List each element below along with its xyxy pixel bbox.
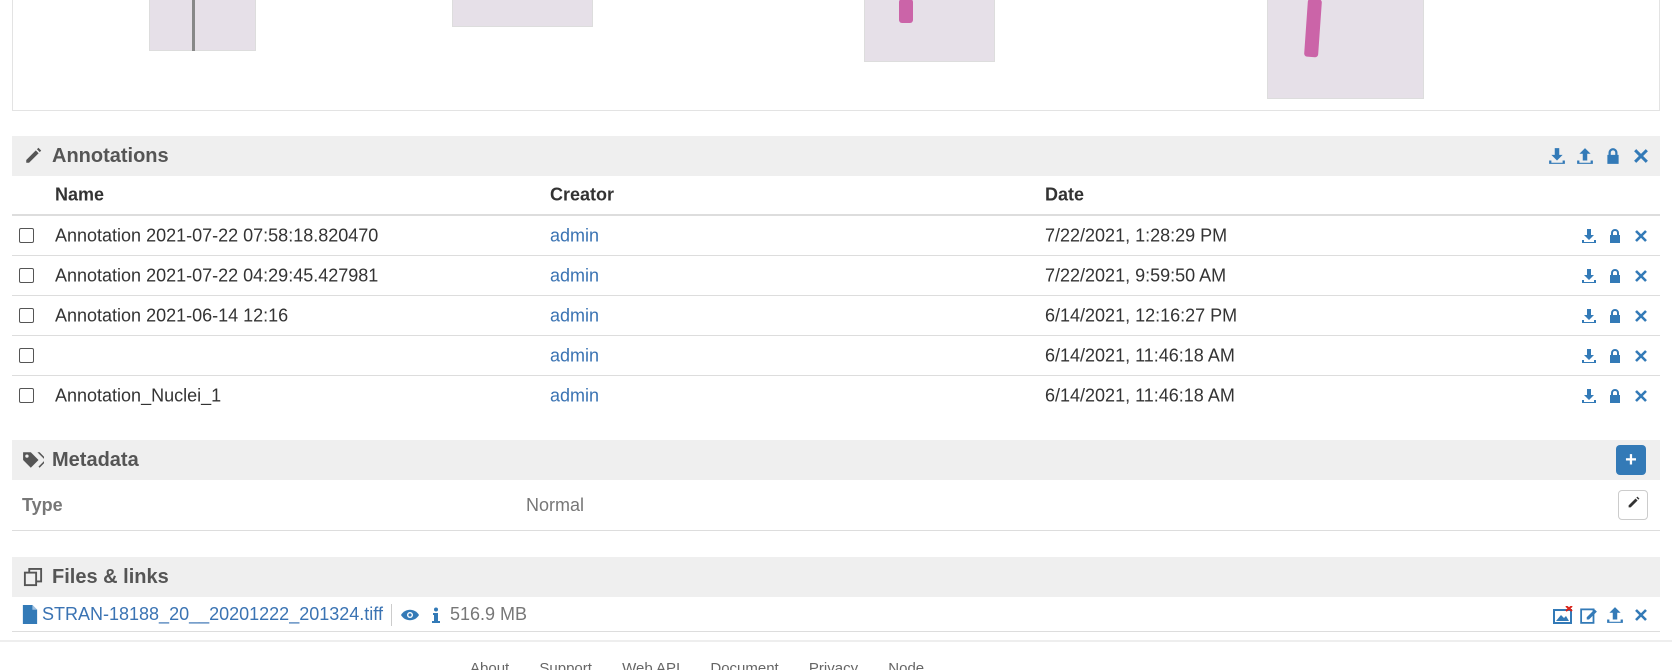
- close-icon[interactable]: [1630, 265, 1652, 287]
- download-icon[interactable]: [1578, 265, 1600, 287]
- annotation-creator-link[interactable]: admin: [550, 265, 599, 286]
- download-icon[interactable]: [1578, 305, 1600, 327]
- table-row: Annotation 2021-06-14 12:16 admin 6/14/2…: [12, 296, 1660, 336]
- metadata-key: Type: [22, 495, 63, 515]
- lock-icon[interactable]: [1604, 225, 1626, 247]
- footer-divider: [0, 640, 1672, 642]
- lock-icon[interactable]: [1604, 385, 1626, 407]
- close-icon[interactable]: [1630, 305, 1652, 327]
- row-checkbox[interactable]: [19, 348, 34, 363]
- annotation-date: 7/22/2021, 9:59:50 AM: [1045, 265, 1227, 285]
- lock-icon[interactable]: [1604, 305, 1626, 327]
- row-checkbox[interactable]: [19, 308, 34, 323]
- close-icon[interactable]: [1630, 225, 1652, 247]
- add-metadata-button[interactable]: +: [1616, 445, 1646, 475]
- thumbnail-image[interactable]: [1267, 0, 1424, 99]
- download-icon[interactable]: [1578, 345, 1600, 367]
- footer-link[interactable]: Node: [888, 660, 924, 670]
- row-checkbox[interactable]: [19, 228, 34, 243]
- footer-link[interactable]: Document: [710, 660, 778, 670]
- upload-icon[interactable]: [1604, 604, 1626, 626]
- remove-thumbnail-icon[interactable]: [1552, 604, 1574, 626]
- annotation-date: 7/22/2021, 1:28:29 PM: [1045, 225, 1228, 245]
- annotation-creator-link[interactable]: admin: [550, 386, 599, 407]
- metadata-value: Normal: [526, 495, 585, 515]
- upload-icon[interactable]: [1574, 145, 1596, 167]
- thumbnails-panel: [12, 0, 1660, 111]
- column-header-creator[interactable]: Creator: [550, 185, 614, 206]
- annotation-date: 6/14/2021, 11:46:18 AM: [1045, 345, 1235, 365]
- download-icon[interactable]: [1546, 145, 1568, 167]
- footer-link[interactable]: About: [470, 660, 509, 670]
- annotation-creator-link[interactable]: admin: [550, 345, 599, 366]
- close-icon[interactable]: [1630, 385, 1652, 407]
- annotations-title: Annotations: [52, 144, 169, 167]
- footer-link[interactable]: Support: [539, 660, 592, 670]
- row-checkbox[interactable]: [19, 268, 34, 283]
- lock-icon[interactable]: [1604, 265, 1626, 287]
- annotation-name: Annotation 2021-07-22 07:58:18.820470: [55, 225, 379, 245]
- close-icon[interactable]: [1630, 604, 1652, 626]
- table-header: Name Creator Date: [12, 176, 1660, 216]
- edit-metadata-button[interactable]: [1618, 490, 1648, 520]
- footer: About Support Web API Document Privacy N…: [470, 660, 950, 670]
- eye-icon[interactable]: [400, 608, 420, 622]
- lock-icon[interactable]: [1604, 345, 1626, 367]
- annotation-date: 6/14/2021, 12:16:27 PM: [1045, 305, 1238, 325]
- close-icon[interactable]: [1630, 145, 1652, 167]
- files-title: Files & links: [52, 565, 169, 588]
- table-row: Annotation 2021-07-22 04:29:45.427981 ad…: [12, 256, 1660, 296]
- annotations-table: Name Creator Date Annotation 2021-07-22 …: [12, 176, 1660, 416]
- thumbnail-image[interactable]: [149, 0, 256, 51]
- file-row: STRAN-18188_20__20201222_201324.tiff 516…: [12, 598, 1660, 632]
- pencil-icon: [22, 145, 44, 167]
- footer-link[interactable]: Web API: [622, 660, 680, 670]
- column-header-date[interactable]: Date: [1045, 185, 1084, 206]
- info-icon[interactable]: [431, 607, 440, 623]
- download-icon[interactable]: [1578, 225, 1600, 247]
- thumbnail-image[interactable]: [452, 0, 593, 27]
- metadata-header: Metadata +: [12, 440, 1660, 480]
- annotation-name: Annotation 2021-06-14 12:16: [55, 305, 289, 325]
- annotations-header: Annotations: [12, 136, 1660, 176]
- divider: [390, 603, 392, 626]
- file-size: 516.9 MB: [449, 604, 527, 624]
- table-row: Annotation 2021-07-22 07:58:18.820470 ad…: [12, 216, 1660, 256]
- thumbnail-image[interactable]: [864, 0, 995, 62]
- annotation-name: Annotation_Nuclei_1: [55, 385, 222, 406]
- annotation-creator-link[interactable]: admin: [550, 225, 599, 246]
- file-icon: [22, 605, 38, 624]
- row-checkbox[interactable]: [19, 388, 34, 403]
- column-header-name[interactable]: Name: [55, 185, 104, 206]
- table-row: admin 6/14/2021, 11:46:18 AM: [12, 336, 1660, 376]
- metadata-title: Metadata: [52, 448, 139, 471]
- lock-icon[interactable]: [1602, 145, 1624, 167]
- file-name-link[interactable]: STRAN-18188_20__20201222_201324.tiff: [42, 604, 383, 625]
- metadata-row: Type Normal: [12, 481, 1660, 531]
- files-header: Files & links: [12, 557, 1660, 597]
- tags-icon: [22, 449, 44, 471]
- annotation-creator-link[interactable]: admin: [550, 305, 599, 326]
- close-icon[interactable]: [1630, 345, 1652, 367]
- copy-icon: [22, 566, 44, 588]
- annotation-name: Annotation 2021-07-22 04:29:45.427981: [55, 265, 379, 285]
- edit-icon[interactable]: [1578, 604, 1600, 626]
- annotation-date: 6/14/2021, 11:46:18 AM: [1045, 385, 1235, 406]
- pencil-icon: [1627, 496, 1640, 514]
- download-icon[interactable]: [1578, 385, 1600, 407]
- footer-link[interactable]: Privacy: [809, 660, 858, 670]
- table-row: Annotation_Nuclei_1 admin 6/14/2021, 11:…: [12, 376, 1660, 416]
